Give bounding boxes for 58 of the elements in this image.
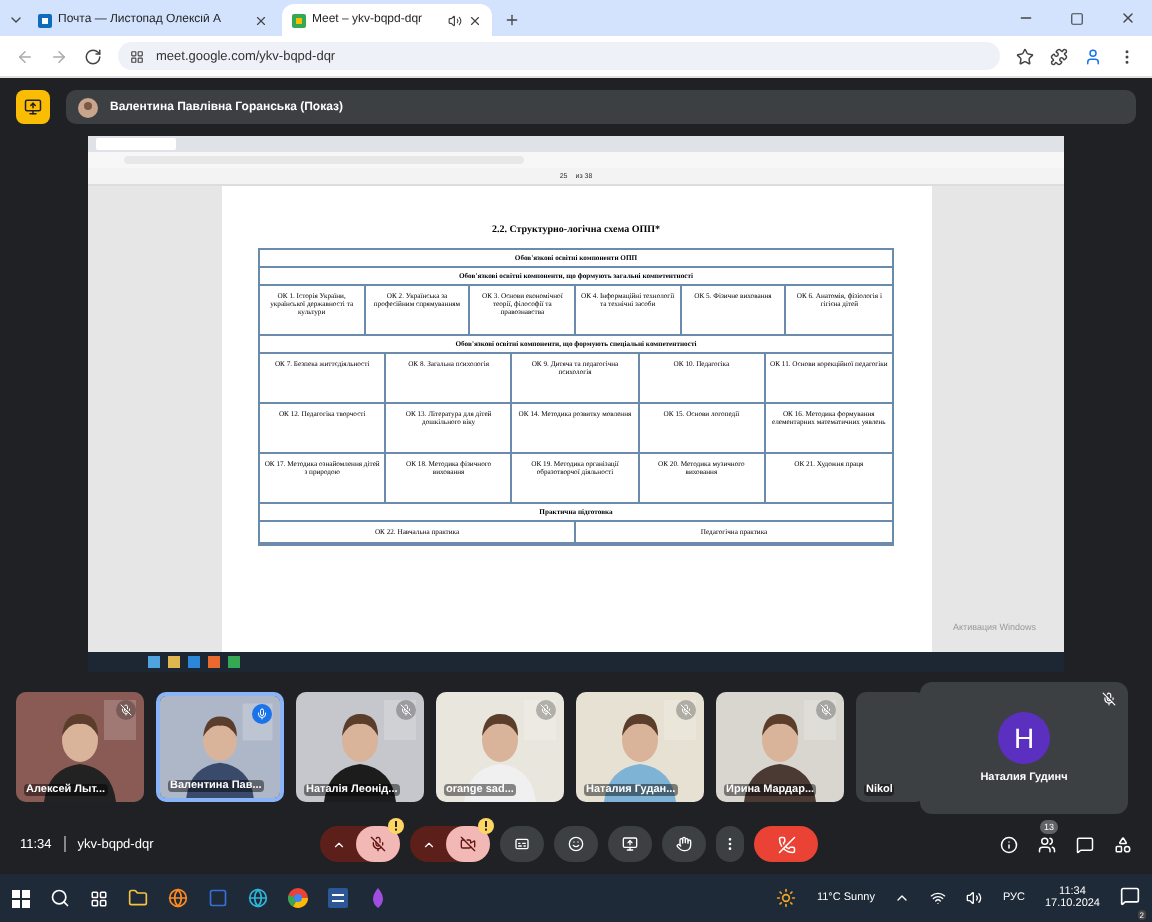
word-icon[interactable] — [328, 888, 348, 908]
muted-mic-icon — [680, 704, 692, 716]
tab-list-icon[interactable] — [8, 12, 24, 28]
folder-icon[interactable] — [128, 888, 148, 908]
smiley-icon — [568, 836, 584, 852]
caret-icon — [331, 837, 345, 851]
close-icon[interactable] — [1120, 10, 1136, 26]
camera-off-icon — [460, 836, 476, 852]
reload-icon[interactable] — [84, 47, 102, 65]
present-screen-icon — [622, 836, 638, 852]
warning-icon — [478, 818, 494, 834]
mail-icon — [38, 13, 52, 27]
avatar: H — [998, 712, 1050, 764]
warning-icon — [388, 818, 404, 834]
present-button[interactable] — [608, 826, 652, 862]
avatar-icon — [78, 97, 98, 117]
video-call-icon — [292, 13, 306, 27]
caret-icon — [421, 837, 435, 851]
camera-button[interactable] — [446, 826, 490, 862]
hand-icon — [676, 836, 692, 852]
muted-mic-icon — [120, 704, 132, 716]
weather-icon — [776, 888, 797, 908]
more-options-button[interactable] — [716, 826, 744, 862]
chat-icon[interactable] — [1076, 835, 1094, 853]
reactions-button[interactable] — [554, 826, 598, 862]
captions-icon — [514, 836, 530, 852]
captions-button[interactable] — [500, 826, 544, 862]
close-icon[interactable] — [468, 13, 482, 27]
notifications-icon[interactable] — [1120, 886, 1140, 906]
screen-share-icon — [24, 98, 42, 116]
people-icon[interactable] — [1038, 835, 1056, 853]
raise-hand-button[interactable] — [662, 826, 706, 862]
new-tab-icon[interactable] — [504, 12, 520, 28]
drop-icon[interactable] — [368, 888, 388, 908]
info-icon[interactable] — [1000, 835, 1018, 853]
site-settings-icon — [130, 49, 144, 63]
volume-icon[interactable] — [966, 890, 983, 906]
windows-start-icon[interactable] — [12, 889, 30, 907]
muted-mic-icon — [400, 704, 412, 716]
speaking-icon — [256, 708, 268, 720]
microphone-button[interactable] — [356, 826, 400, 862]
extensions-icon[interactable] — [1050, 47, 1068, 65]
close-icon[interactable] — [254, 13, 268, 27]
leave-call-button[interactable] — [754, 826, 818, 862]
profile-icon[interactable] — [1084, 47, 1102, 65]
task-view-icon[interactable] — [90, 889, 108, 907]
muted-mic-icon — [370, 836, 386, 852]
restore-icon[interactable] — [1070, 12, 1084, 26]
muted-mic-icon — [540, 704, 552, 716]
tray-icon[interactable] — [894, 890, 911, 906]
presentation-button[interactable] — [16, 90, 50, 124]
muted-mic-icon — [820, 704, 832, 716]
activities-icon[interactable] — [1114, 835, 1132, 853]
bookmark-icon[interactable] — [1016, 47, 1034, 65]
network-icon[interactable] — [930, 890, 947, 906]
chrome-icon[interactable] — [288, 888, 308, 908]
hang-up-icon — [777, 835, 795, 853]
search-icon[interactable] — [50, 888, 70, 908]
